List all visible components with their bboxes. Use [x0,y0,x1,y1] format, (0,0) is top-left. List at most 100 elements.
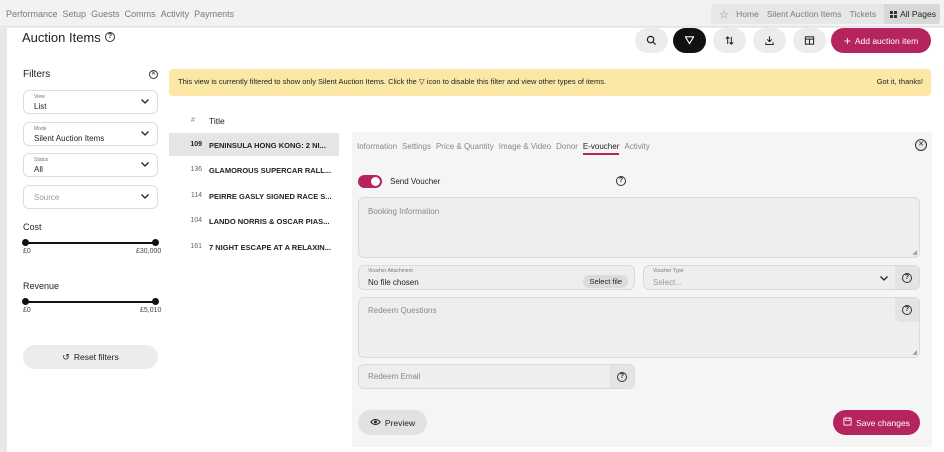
tab-activity[interactable]: Activity [624,142,649,155]
chevron-down-icon [140,97,150,107]
redeem-questions-field[interactable]: Redeem Questions ? ◢ [358,297,920,358]
table-row[interactable]: 109 PENINSULA HONG KONG: 2 NI... [169,133,339,156]
voucher-type-select[interactable]: Voucher Type Select... ? [643,265,920,290]
redeem-questions-help[interactable]: ? [895,298,919,322]
help-icon[interactable]: ? [616,176,626,186]
column-header-title[interactable]: Title [209,116,225,126]
booking-information-field[interactable]: Booking Information ◢ [358,197,920,258]
voucher-type-help[interactable]: ? [895,266,919,289]
redeem-email-help[interactable]: ? [610,365,634,388]
star-icon[interactable]: ☆ [719,8,729,21]
eye-icon [369,418,381,428]
reset-filters-button[interactable]: ↺ Reset filters [23,345,158,369]
columns-button[interactable] [793,28,826,53]
nav-payments[interactable]: Payments [194,9,234,19]
cost-label: Cost [23,222,42,232]
nav-performance[interactable]: Performance [6,9,58,19]
row-id: 161 [190,243,202,250]
send-voucher-toggle[interactable] [358,175,382,188]
tab-e-voucher[interactable]: E-voucher [582,142,620,155]
mode-select-value: Silent Auction Items [34,134,105,143]
resize-handle-icon[interactable]: ◢ [912,349,917,356]
tab-image-video[interactable]: Image & Video [499,142,551,155]
cost-slider[interactable] [22,239,159,246]
save-changes-label: Save changes [856,417,910,428]
reset-filters-label: Reset filters [73,352,119,362]
table-row[interactable]: 104 LANDO NORRIS & OSCAR PIAS... [169,209,339,232]
voucher-type-label: Voucher Type [653,268,684,274]
save-changes-button[interactable]: Save changes [833,410,920,435]
row-title: LANDO NORRIS & OSCAR PIAS... [209,217,330,226]
filter-button[interactable] [673,28,706,53]
tab-settings[interactable]: Settings [402,142,431,155]
redeem-email-field[interactable]: Redeem Email ? [358,364,635,389]
view-select[interactable]: View List [23,90,158,114]
all-pages-label: All Pages [900,9,936,19]
chevron-down-icon [140,129,150,139]
voucher-type-placeholder: Select... [653,278,682,287]
chevron-down-icon [879,274,889,284]
close-panel-icon[interactable]: ✕ [915,139,927,151]
revenue-min-handle[interactable] [22,298,29,305]
cost-min-handle[interactable] [22,239,29,246]
status-select[interactable]: Status All [23,153,158,177]
nav-setup[interactable]: Setup [63,9,87,19]
save-icon [843,417,852,428]
search-button[interactable] [635,28,668,53]
nav-activity[interactable]: Activity [161,9,190,19]
chevron-down-icon [140,192,150,202]
resize-handle-icon[interactable]: ◢ [912,249,917,256]
revenue-min-value: £0 [23,307,31,314]
banner-dismiss-button[interactable]: Got it, thanks! [877,77,923,86]
revenue-max-handle[interactable] [152,298,159,305]
left-edge [0,28,7,452]
table-row[interactable]: 161 7 NIGHT ESCAPE AT A RELAXIN... [169,235,339,258]
pinned-silent-auction-items[interactable]: Silent Auction Items [767,9,842,19]
table-row[interactable]: 114 PEIRRE GASLY SIGNED RACE S... [169,184,339,207]
row-id: 109 [190,141,202,148]
download-button[interactable] [753,28,786,53]
close-filters-icon[interactable]: ✕ [149,70,158,79]
nav-guests[interactable]: Guests [91,9,120,19]
row-title: 7 NIGHT ESCAPE AT A RELAXIN... [209,243,331,252]
cost-min-value: £0 [23,248,31,255]
filter-notice-banner: This view is currently filtered to show … [169,69,931,96]
voucher-attachment-field[interactable]: Voucher Attachment No file chosen Select… [358,265,635,290]
all-pages-button[interactable]: All Pages [884,4,940,24]
pinned-home[interactable]: Home [736,9,759,19]
view-select-value: List [34,102,47,111]
booking-information-placeholder: Booking Information [368,207,440,216]
redeem-questions-placeholder: Redeem Questions [368,306,437,315]
plus-icon: + [843,33,851,48]
column-header-number: # [191,117,195,124]
help-icon[interactable]: ? [105,32,115,42]
grid-icon [890,10,898,18]
reset-icon: ↺ [62,351,70,362]
search-icon [646,35,657,46]
revenue-label: Revenue [23,281,60,291]
row-id: 104 [190,217,202,224]
row-title: PENINSULA HONG KONG: 2 NI... [209,141,326,150]
preview-button[interactable]: Preview [358,410,427,435]
status-select-label: Status [34,157,49,163]
cost-max-handle[interactable] [152,239,159,246]
detail-tabs: Information Settings Price & Quantity Im… [357,142,650,155]
main-content: Auction Items ? + Add auction item Filte… [7,28,944,452]
filters-title: Filters [23,69,51,80]
source-select[interactable]: Source [23,185,158,209]
tab-donor[interactable]: Donor [556,142,578,155]
select-file-button[interactable]: Select file [583,275,628,288]
sort-button[interactable] [713,28,746,53]
voucher-attachment-label: Voucher Attachment [368,268,413,274]
mode-select[interactable]: Mode Silent Auction Items [23,122,158,146]
top-bar: Performance Setup Guests Comms Activity … [0,0,944,27]
revenue-max-value: £5,010 [140,307,162,314]
pinned-tickets[interactable]: Tickets [849,9,876,19]
tab-information[interactable]: Information [357,142,397,155]
revenue-slider[interactable] [22,298,159,305]
nav-comms[interactable]: Comms [125,9,156,19]
table-row[interactable]: 136 GLAMOROUS SUPERCAR RALL... [169,158,339,181]
add-auction-item-button[interactable]: + Add auction item [831,28,931,53]
mode-select-label: Mode [34,126,47,132]
tab-price-quantity[interactable]: Price & Quantity [436,142,494,155]
